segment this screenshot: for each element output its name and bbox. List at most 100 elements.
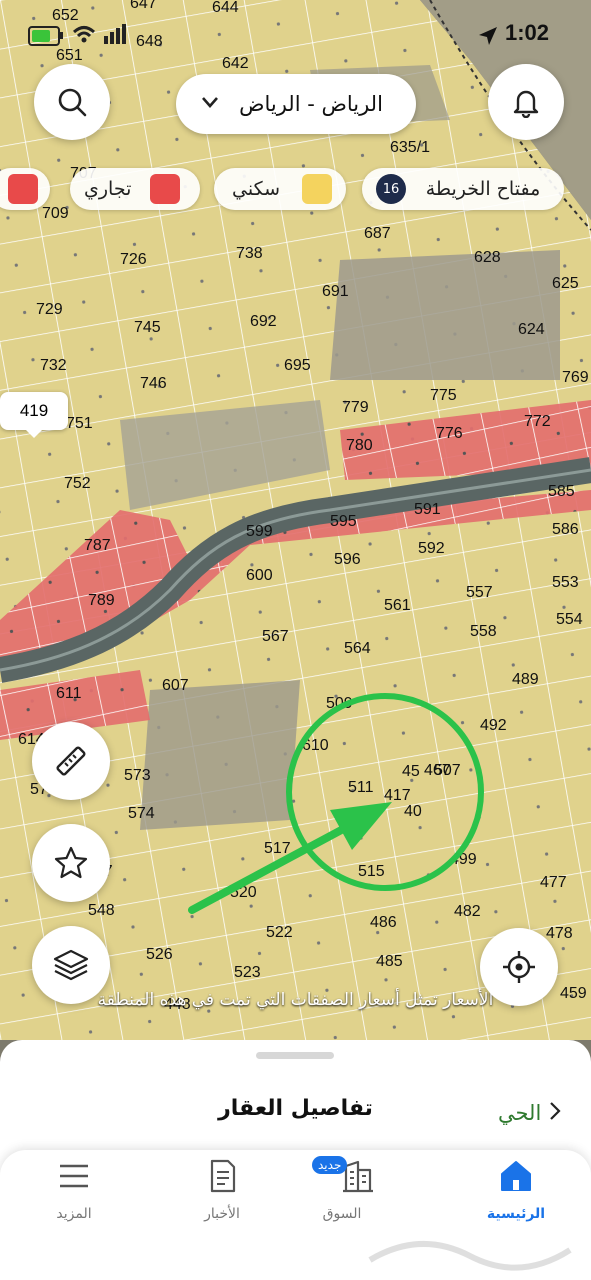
plot-number: 695 xyxy=(284,357,311,374)
plot-number: 746 xyxy=(140,375,167,392)
measure-button[interactable] xyxy=(32,722,110,800)
bottom-tab-bar: المزيد الأخبار جديد السوق الرئيسية xyxy=(0,1150,591,1280)
plot-number: 548 xyxy=(88,902,115,919)
plot-number: 691 xyxy=(322,283,349,300)
plot-number: 635/1 xyxy=(390,139,430,156)
legend-item-commercial[interactable]: تجاري xyxy=(70,168,200,210)
plot-number: 775 xyxy=(430,387,457,404)
plot-number: 599 xyxy=(246,523,273,540)
plot-number: 628 xyxy=(474,249,501,266)
plot-number: 486 xyxy=(370,914,397,931)
legend-item-residential[interactable]: سكني xyxy=(214,168,346,210)
plot-number: 625 xyxy=(552,275,579,292)
plot-number: 467 xyxy=(424,762,451,779)
plot-number: 561 xyxy=(384,597,411,614)
tab-market[interactable]: جديد السوق xyxy=(282,1150,402,1230)
plot-number: 557 xyxy=(466,584,493,601)
bell-icon xyxy=(513,90,539,118)
plot-number: 687 xyxy=(364,225,391,242)
plot-number: 772 xyxy=(524,413,551,430)
plot-number: 553 xyxy=(552,574,579,591)
plot-number: 769 xyxy=(562,369,589,386)
signal-icon xyxy=(104,24,128,44)
plot-number: 564 xyxy=(344,640,371,657)
plot-number: 732 xyxy=(40,357,67,374)
plot-number: 709 xyxy=(42,205,69,222)
plot-number: 558 xyxy=(470,623,497,640)
plot-number: 751 xyxy=(66,415,93,432)
plot-number: 611 xyxy=(56,685,82,702)
plot-number: 787 xyxy=(84,537,111,554)
plot-number: 573 xyxy=(124,767,151,784)
locate-me-button[interactable] xyxy=(480,928,558,1006)
plot-number: 478 xyxy=(546,925,573,942)
search-icon xyxy=(58,88,87,117)
region-selector[interactable]: الرياض - الرياض xyxy=(176,74,416,134)
residential-swatch xyxy=(302,174,332,204)
plot-number: 45 xyxy=(402,763,420,780)
status-bar: 1:02 xyxy=(0,0,591,70)
home-icon xyxy=(501,1161,531,1191)
plot-number: 585 xyxy=(548,483,575,500)
plot-number: 779 xyxy=(342,399,369,416)
plot-number: 738 xyxy=(236,245,263,262)
status-time: 1:02 xyxy=(505,20,550,45)
tab-label: المزيد xyxy=(56,1206,92,1222)
plot-number: 567 xyxy=(262,628,289,645)
crosshair-icon xyxy=(503,951,535,983)
plot-number: 485 xyxy=(376,953,403,970)
plot-number: 477 xyxy=(540,874,567,891)
plot-number: 526 xyxy=(146,946,173,963)
plot-number: 595 xyxy=(330,513,357,530)
plot-number: 726 xyxy=(120,251,147,268)
location-arrow-icon xyxy=(478,26,498,46)
legend-item-label: سكني xyxy=(232,178,280,200)
plot-number: 745 xyxy=(134,319,161,336)
favorites-button[interactable] xyxy=(32,824,110,902)
battery-icon xyxy=(28,26,63,46)
tab-news[interactable]: الأخبار xyxy=(162,1150,282,1230)
news-document-icon xyxy=(210,1159,236,1193)
plot-number: 729 xyxy=(36,301,63,318)
legend-count-badge: 16 xyxy=(376,174,406,204)
plot-number: 517 xyxy=(264,840,291,857)
plot-number: 789 xyxy=(88,592,115,609)
plot-number: 624 xyxy=(518,321,545,338)
district-link[interactable]: الحي xyxy=(498,1096,582,1130)
plot-number: 596 xyxy=(334,551,361,568)
plot-number: 592 xyxy=(418,540,445,557)
plot-number: 607 xyxy=(162,677,189,694)
plot-number: 522 xyxy=(266,924,293,941)
tab-label: الأخبار xyxy=(204,1206,240,1222)
plot-number: 780 xyxy=(346,437,373,454)
region-label: الرياض - الرياض xyxy=(239,92,383,116)
plot-number: 417 xyxy=(384,787,411,804)
plot-number: 511 xyxy=(348,779,374,796)
plot-number: 591 xyxy=(414,501,441,518)
plot-number: 752 xyxy=(64,475,91,492)
legend-item-more[interactable] xyxy=(0,168,50,210)
sheet-grabber[interactable] xyxy=(256,1052,334,1059)
layers-icon xyxy=(53,949,89,981)
notifications-button[interactable] xyxy=(488,64,564,140)
search-button[interactable] xyxy=(34,64,110,140)
tab-more[interactable]: المزيد xyxy=(14,1150,134,1230)
plot-number: 492 xyxy=(480,717,507,734)
legend-title: مفتاح الخريطة xyxy=(425,178,541,200)
plot-number: 776 xyxy=(436,425,463,442)
plot-number: 489 xyxy=(512,671,539,688)
plot-number: 554 xyxy=(556,611,583,628)
price-marker[interactable]: 419 xyxy=(0,392,68,438)
menu-icon xyxy=(60,1164,88,1188)
commercial-swatch xyxy=(150,174,180,204)
star-icon xyxy=(54,846,88,879)
plot-number: 574 xyxy=(128,805,155,822)
layers-button[interactable] xyxy=(32,926,110,1004)
plot-number: 600 xyxy=(246,567,273,584)
plot-number: 482 xyxy=(454,903,481,920)
legend-toggle[interactable]: 16 مفتاح الخريطة xyxy=(362,168,564,210)
tab-home[interactable]: الرئيسية xyxy=(456,1150,576,1230)
chevron-left-icon xyxy=(549,1101,561,1125)
extra-swatch xyxy=(8,174,38,204)
wifi-icon xyxy=(72,24,96,44)
